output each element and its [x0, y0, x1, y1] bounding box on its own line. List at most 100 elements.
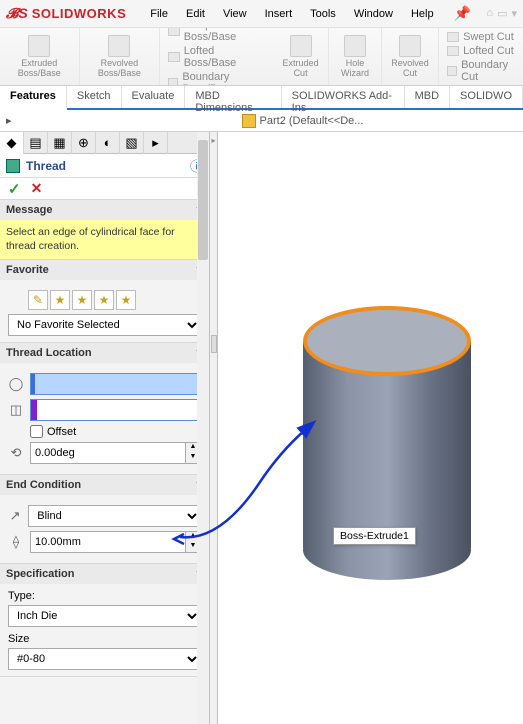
- panel-tab-appearance-icon[interactable]: ◐: [96, 132, 120, 154]
- ribbon-revolved-cut[interactable]: Revolved Cut: [382, 28, 439, 85]
- tab-solidworks[interactable]: SOLIDWO: [450, 86, 523, 108]
- hole-wizard-icon: [344, 35, 366, 57]
- thread-location-header[interactable]: Thread Location ⌃: [0, 343, 209, 363]
- revolved-boss-icon: [108, 35, 130, 57]
- favorite-save-icon[interactable]: ★: [94, 290, 114, 310]
- boundary-boss[interactable]: Boundary Boss/Base: [168, 71, 265, 87]
- tab-sketch[interactable]: Sketch: [67, 86, 122, 108]
- panel-tab-display-icon[interactable]: ▧: [120, 132, 144, 154]
- section-thread-location: Thread Location ⌃ ◯ ◫ Offset: [0, 343, 209, 475]
- extruded-cut-label: Extruded Cut: [279, 59, 322, 79]
- panel-body: Message ⌃ Select an edge of cylindrical …: [0, 200, 209, 724]
- menu-window[interactable]: Window: [346, 5, 401, 23]
- dropdown-icon[interactable]: ▾: [511, 7, 517, 20]
- angle-icon: ⟲: [8, 445, 24, 461]
- favorite-apply-icon[interactable]: ✎: [28, 290, 48, 310]
- angle-input[interactable]: [30, 442, 185, 464]
- ribbon-revolved-boss[interactable]: Revolved Boss/Base: [80, 28, 161, 85]
- specification-header[interactable]: Specification ⌃: [0, 564, 209, 584]
- scrollbar-thumb[interactable]: [198, 140, 208, 260]
- graphics-viewport[interactable]: [218, 132, 523, 724]
- section-favorite: Favorite ⌃ ✎ ★ ★ ★ ★ No Favorite Selecte…: [0, 260, 209, 343]
- home-icon[interactable]: ⌂: [486, 7, 493, 20]
- message-header[interactable]: Message ⌃: [0, 200, 209, 220]
- ribbon: Extruded Boss/Base Revolved Boss/Base Sw…: [0, 28, 523, 86]
- favorite-add-icon[interactable]: ★: [50, 290, 70, 310]
- swept-boss[interactable]: Swept Boss/Base: [168, 28, 265, 43]
- swept-cut[interactable]: Swept Cut: [447, 31, 515, 43]
- panel-tab-target-icon[interactable]: ⊕: [72, 132, 96, 154]
- edge-icon: ◯: [8, 376, 24, 392]
- panel-tab-feature-icon[interactable]: ◆: [0, 132, 24, 154]
- size-label: Size: [8, 633, 201, 645]
- property-panel: ◆ ▤ ▦ ⊕ ◐ ▧ ▸ Thread ⓘ ✓ ✕ Message ⌃ Sel…: [0, 132, 210, 724]
- ok-icon[interactable]: ✓: [8, 180, 21, 198]
- command-tabs: Features Sketch Evaluate MBD Dimensions …: [0, 86, 523, 110]
- start-location-box[interactable]: [30, 399, 201, 421]
- app-name: SOLIDWORKS: [32, 6, 127, 21]
- section-end-condition: End Condition ⌃ ↗ Blind ⟠ ▲▼: [0, 475, 209, 564]
- splitter[interactable]: ▸: [210, 132, 218, 724]
- ribbon-extruded-boss[interactable]: Extruded Boss/Base: [0, 28, 80, 85]
- swept-icon: [168, 28, 179, 36]
- end-condition-header[interactable]: End Condition ⌃: [0, 475, 209, 495]
- offset-checkbox[interactable]: [30, 425, 43, 438]
- splitter-arrow-icon: ▸: [211, 136, 215, 145]
- offset-checkbox-row[interactable]: Offset: [30, 425, 201, 438]
- lofted-cut[interactable]: Lofted Cut: [447, 45, 515, 57]
- tab-features[interactable]: Features: [0, 86, 67, 110]
- logo-icon: 𝓑S: [6, 5, 28, 22]
- ribbon-extruded-cut[interactable]: Extruded Cut: [273, 28, 329, 85]
- size-select[interactable]: #0-80: [8, 648, 201, 670]
- feature-title: Thread: [26, 159, 190, 173]
- ribbon-boss-extras: Swept Boss/Base Lofted Boss/Base Boundar…: [160, 28, 273, 86]
- direction-icon[interactable]: ↗: [8, 508, 22, 524]
- splitter-grip-icon[interactable]: [211, 335, 217, 353]
- favorite-select[interactable]: No Favorite Selected: [8, 314, 201, 336]
- thread-icon: [6, 159, 20, 173]
- menu-view[interactable]: View: [215, 5, 255, 23]
- tab-evaluate[interactable]: Evaluate: [122, 86, 186, 108]
- section-message: Message ⌃ Select an edge of cylindrical …: [0, 200, 209, 260]
- panel-tab-arrow-icon[interactable]: ▸: [144, 132, 168, 154]
- tab-mbd[interactable]: MBD: [405, 86, 450, 108]
- breadcrumb-arrow-icon[interactable]: ▸: [6, 114, 12, 127]
- lofted-cut-icon: [447, 46, 459, 56]
- menu-file[interactable]: File: [142, 5, 176, 23]
- depth-input[interactable]: [30, 531, 185, 553]
- cancel-icon[interactable]: ✕: [31, 180, 43, 197]
- panel-scrollbar[interactable]: [197, 132, 209, 724]
- edge-selection-box[interactable]: [30, 373, 201, 395]
- doc-icon[interactable]: ▭: [497, 7, 507, 20]
- offset-label: Offset: [47, 426, 76, 438]
- revolved-boss-label: Revolved Boss/Base: [86, 59, 154, 79]
- favorite-header[interactable]: Favorite ⌃: [0, 260, 209, 280]
- lofted-boss[interactable]: Lofted Boss/Base: [168, 45, 265, 69]
- ribbon-cut-extras: Swept Cut Lofted Cut Boundary Cut: [439, 31, 523, 83]
- panel-tabs: ◆ ▤ ▦ ⊕ ◐ ▧ ▸: [0, 132, 209, 154]
- favorite-delete-icon[interactable]: ★: [72, 290, 92, 310]
- tab-solidworks-addins[interactable]: SOLIDWORKS Add-Ins: [282, 86, 405, 108]
- end-condition-type[interactable]: Blind: [28, 505, 201, 527]
- lofted-icon: [168, 52, 179, 62]
- revolved-cut-icon: [399, 35, 421, 57]
- ribbon-hole-wizard[interactable]: Hole Wizard: [329, 28, 382, 85]
- menu-tools[interactable]: Tools: [302, 5, 344, 23]
- breadcrumb-part[interactable]: Part2 (Default<<De...: [260, 115, 364, 127]
- menu-edit[interactable]: Edit: [178, 5, 213, 23]
- boundary-icon: [168, 78, 178, 87]
- pin-icon[interactable]: 📌: [454, 5, 471, 22]
- favorite-load-icon[interactable]: ★: [116, 290, 136, 310]
- cylinder-top-edge-selected[interactable]: [303, 306, 471, 376]
- panel-tab-tree-icon[interactable]: ▤: [24, 132, 48, 154]
- menu-insert[interactable]: Insert: [257, 5, 301, 23]
- extruded-boss-label: Extruded Boss/Base: [6, 59, 73, 79]
- tab-mbd-dimensions[interactable]: MBD Dimensions: [185, 86, 281, 108]
- panel-tab-config-icon[interactable]: ▦: [48, 132, 72, 154]
- part-icon: [242, 114, 256, 128]
- type-select[interactable]: Inch Die: [8, 605, 201, 627]
- menu-help[interactable]: Help: [403, 5, 442, 23]
- boundary-cut[interactable]: Boundary Cut: [447, 59, 515, 83]
- depth-icon: ⟠: [8, 534, 24, 550]
- swept-cut-icon: [447, 32, 459, 42]
